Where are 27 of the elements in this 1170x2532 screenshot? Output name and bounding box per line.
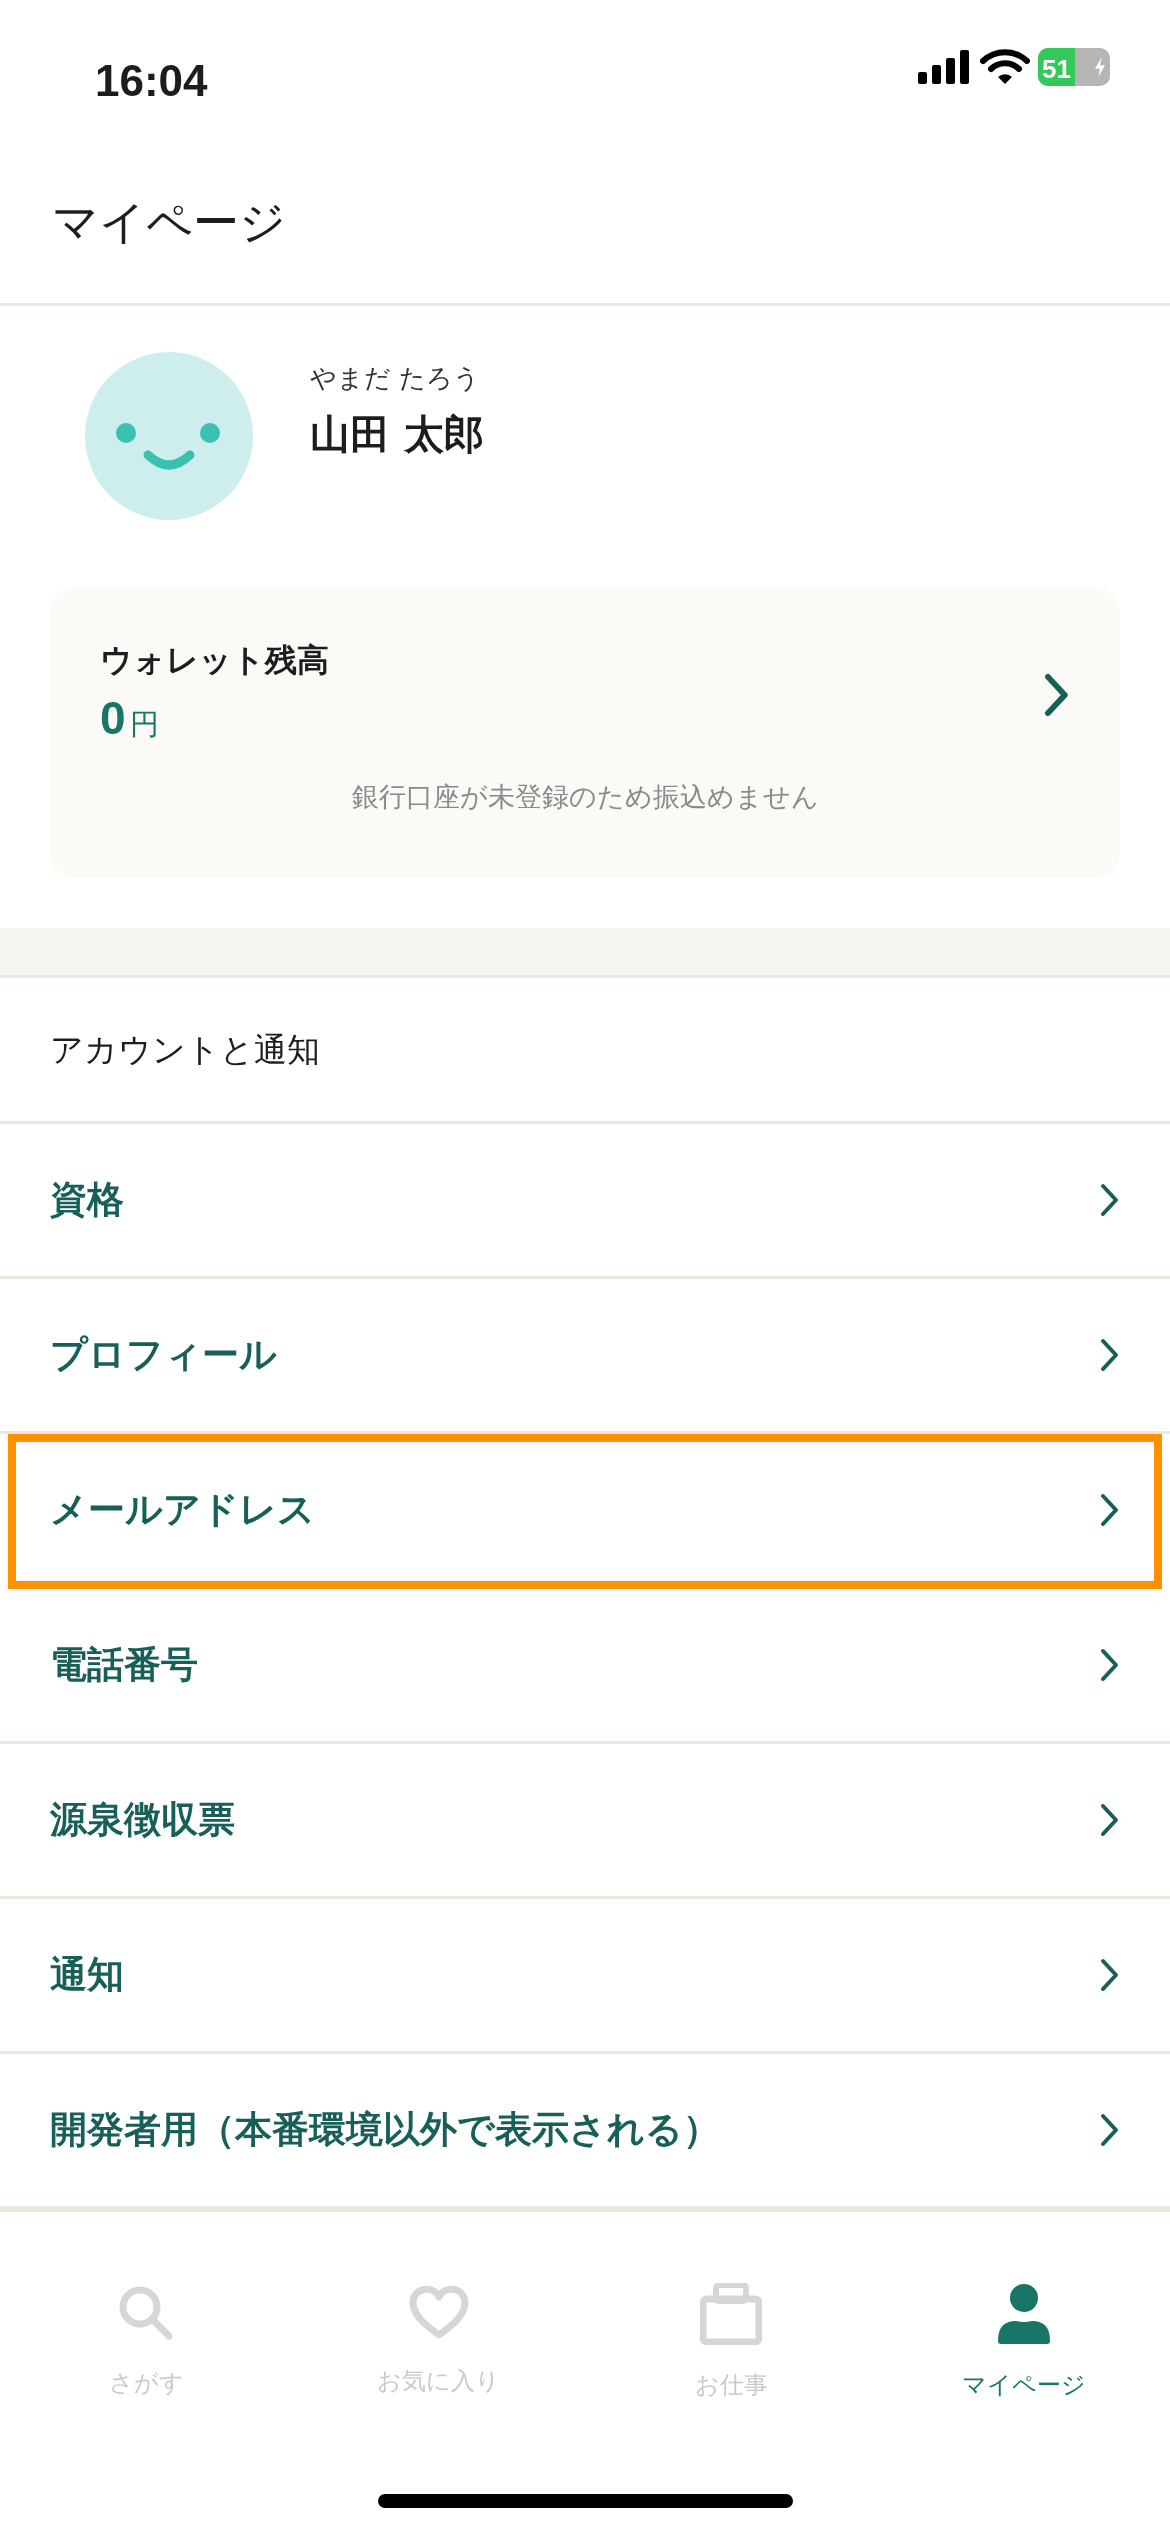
tab-item[interactable]: マイページ: [877, 2282, 1170, 2399]
page-title: マイページ: [52, 194, 286, 251]
chevron-right-icon: [1100, 1648, 1120, 1682]
chevron-right-icon: [1044, 672, 1070, 717]
user-name: 山田 太郎: [310, 410, 484, 459]
chevron-right-icon: [1100, 1183, 1120, 1217]
section-title: アカウントと通知: [50, 1028, 320, 1071]
wallet-note: 銀行口座が未登録のため振込めません: [351, 781, 819, 812]
person-icon: [995, 2283, 1052, 2345]
menu-item[interactable]: メールアドレス: [8, 1434, 1162, 1589]
currency-unit: 円: [129, 706, 159, 743]
status-time: 16:04: [95, 55, 208, 107]
heart-icon: [407, 2283, 470, 2341]
wallet-label: ウォレット残高: [100, 640, 329, 681]
chevron-right-icon: [1100, 1493, 1120, 1527]
wallet-card[interactable]: ウォレット残高 0 円 銀行口座が未登録のため振込めません: [50, 588, 1120, 878]
signal-icon: [918, 50, 972, 84]
battery-icon: 51: [1038, 48, 1110, 86]
chevron-right-icon: [1100, 2113, 1120, 2147]
chevron-right-icon: [1100, 1958, 1120, 1992]
chevron-right-icon: [1100, 1338, 1120, 1372]
wallet-amount: 0: [100, 691, 126, 746]
avatar-icon: [84, 351, 254, 521]
wifi-icon: [980, 49, 1030, 85]
name-reading: やまだ たろう: [310, 362, 481, 395]
chevron-right-icon: [1100, 1803, 1120, 1837]
briefcase-icon: [700, 2283, 763, 2345]
